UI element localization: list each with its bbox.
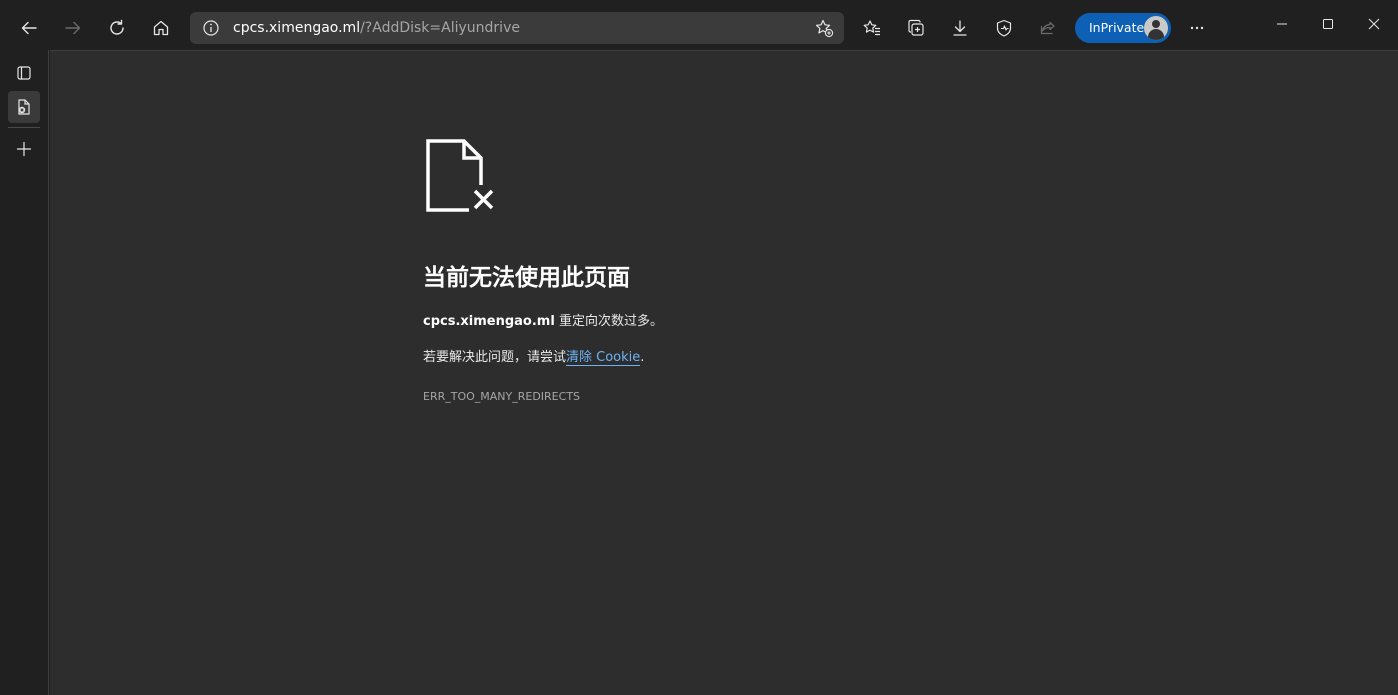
browser-essentials-icon [996, 19, 1012, 37]
maximize-icon [1323, 19, 1333, 29]
close-button[interactable] [1358, 12, 1390, 36]
tab-actions-icon [17, 66, 31, 80]
sidebar-divider [8, 127, 40, 128]
error-code: ERR_TOO_MANY_REDIRECTS [423, 390, 581, 403]
back-icon [21, 21, 37, 35]
browser-toolbar: cpcs.ximengao.ml/?AddDisk=Aliyundrive In… [0, 0, 1398, 50]
favorites-button[interactable] [854, 10, 890, 46]
add-favorite-icon[interactable] [814, 18, 834, 38]
downloads-button[interactable] [942, 10, 978, 46]
suggestion-suffix: . [640, 350, 645, 365]
forward-icon [65, 21, 81, 35]
more-icon [1190, 26, 1204, 30]
minimize-icon [1277, 23, 1287, 25]
error-host: cpcs.ximengao.ml [423, 314, 555, 329]
url-path: /?AddDisk=Aliyundrive [360, 20, 520, 36]
inprivate-label: InPrivate [1089, 20, 1145, 35]
refresh-button[interactable] [99, 10, 135, 46]
avatar [1144, 16, 1168, 40]
share-button[interactable] [1030, 10, 1066, 46]
back-button[interactable] [11, 10, 47, 46]
error-message: cpcs.ximengao.ml 重定向次数过多。 [423, 313, 1023, 331]
tab-actions-button[interactable] [8, 57, 40, 89]
address-bar[interactable]: cpcs.ximengao.ml/?AddDisk=Aliyundrive [190, 12, 844, 44]
collections-icon [908, 19, 924, 36]
page-error-icon [426, 139, 495, 213]
close-icon [1368, 18, 1380, 30]
share-icon [1040, 21, 1055, 35]
error-panel: 当前无法使用此页面 cpcs.ximengao.ml 重定向次数过多。 若要解决… [423, 139, 1023, 405]
info-icon[interactable] [202, 19, 220, 37]
new-tab-button[interactable] [8, 133, 40, 165]
favorites-icon [863, 20, 880, 36]
downloads-icon [953, 20, 967, 36]
home-icon [153, 20, 169, 36]
refresh-icon [110, 19, 124, 35]
page-content: 当前无法使用此页面 cpcs.ximengao.ml 重定向次数过多。 若要解决… [50, 50, 1398, 695]
new-tab-icon [16, 141, 32, 157]
error-suggestion: 若要解决此问题，请尝试清除 Cookie. [423, 349, 1023, 367]
minimize-button[interactable] [1266, 12, 1298, 36]
collections-button[interactable] [898, 10, 934, 46]
browser-essentials-button[interactable] [986, 10, 1022, 46]
home-button[interactable] [143, 10, 179, 46]
tab-favicon-icon [18, 99, 30, 115]
tab-current-page[interactable] [8, 91, 40, 123]
suggestion-prefix: 若要解决此问题，请尝试 [423, 350, 567, 365]
error-message-text: 重定向次数过多。 [554, 314, 663, 329]
maximize-button[interactable] [1312, 12, 1344, 36]
error-title: 当前无法使用此页面 [423, 265, 630, 291]
forward-button[interactable] [55, 10, 91, 46]
more-button[interactable] [1179, 10, 1215, 46]
inprivate-profile-button[interactable]: InPrivate [1075, 13, 1171, 43]
url-text[interactable]: cpcs.ximengao.ml/?AddDisk=Aliyundrive [233, 12, 520, 44]
url-host: cpcs.ximengao.ml [233, 20, 361, 36]
clear-cookies-link[interactable]: 清除 Cookie [566, 350, 641, 366]
vertical-tabs-sidebar [0, 50, 49, 695]
